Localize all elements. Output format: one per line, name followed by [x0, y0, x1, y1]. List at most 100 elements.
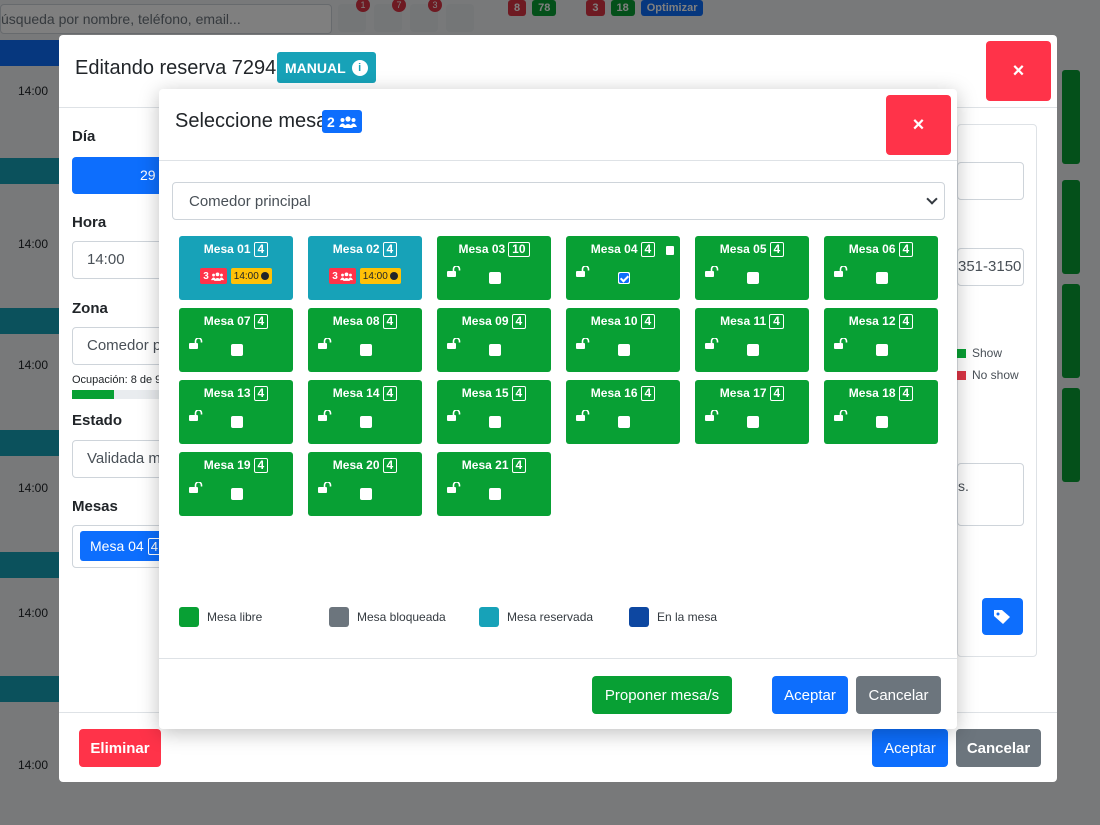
- table-capacity: 4: [640, 386, 656, 401]
- table-tile[interactable]: Mesa 19 4: [179, 452, 293, 516]
- unlock-icon[interactable]: [318, 482, 332, 493]
- unlock-icon[interactable]: [576, 266, 590, 277]
- table-tile[interactable]: Mesa 16 4: [566, 380, 680, 444]
- table-tile[interactable]: Mesa 18 4: [824, 380, 938, 444]
- table-checkbox[interactable]: [489, 488, 501, 500]
- table-checkbox[interactable]: [747, 272, 759, 284]
- table-tile[interactable]: Mesa 14 4: [308, 380, 422, 444]
- table-tile[interactable]: Mesa 06 4: [824, 236, 938, 300]
- table-tile[interactable]: Mesa 09 4: [437, 308, 551, 372]
- table-tile[interactable]: Mesa 07 4: [179, 308, 293, 372]
- table-tile[interactable]: Mesa 04 4: [566, 236, 680, 300]
- table-checkbox[interactable]: [876, 344, 888, 356]
- table-checkbox[interactable]: [747, 416, 759, 428]
- unlock-icon[interactable]: [318, 410, 332, 421]
- unlock-icon[interactable]: [447, 482, 461, 493]
- table-checkbox[interactable]: [360, 344, 372, 356]
- table-tile[interactable]: Mesa 21 4: [437, 452, 551, 516]
- table-name-label: Mesa 06: [848, 242, 896, 256]
- delete-button[interactable]: Eliminar: [79, 729, 161, 767]
- unlock-icon[interactable]: [705, 266, 719, 277]
- tables-grid: Mesa 01 4 3 14:00 Mesa 02 4 3 14:00 Mesa 03 10 Mes…: [179, 236, 939, 526]
- table-tile[interactable]: Mesa 08 4: [308, 308, 422, 372]
- table-name: Mesa 07 4: [179, 314, 293, 329]
- accept-button[interactable]: Aceptar: [872, 729, 948, 767]
- reservation-guests-count: 3: [203, 270, 209, 282]
- cancel-button[interactable]: Cancelar: [956, 729, 1041, 767]
- show-legend: Show: [957, 346, 1002, 360]
- unlock-icon[interactable]: [189, 410, 203, 421]
- modal-title: Seleccione mesa: [175, 110, 328, 132]
- table-checkbox[interactable]: [618, 272, 630, 284]
- mesas-field[interactable]: Mesa 04 4: [72, 525, 175, 568]
- zona-select[interactable]: Comedor p: [72, 327, 172, 365]
- table-tile[interactable]: Mesa 05 4: [695, 236, 809, 300]
- unlock-icon[interactable]: [834, 338, 848, 349]
- table-checkbox[interactable]: [489, 416, 501, 428]
- table-tile[interactable]: Mesa 03 10: [437, 236, 551, 300]
- table-tile[interactable]: Mesa 13 4: [179, 380, 293, 444]
- table-capacity: 4: [898, 314, 914, 329]
- table-capacity: 10: [508, 242, 530, 257]
- table-tile[interactable]: Mesa 11 4: [695, 308, 809, 372]
- right-field[interactable]: [957, 162, 1024, 200]
- table-capacity: 4: [382, 458, 398, 473]
- table-tile[interactable]: Mesa 12 4: [824, 308, 938, 372]
- unlock-icon[interactable]: [834, 410, 848, 421]
- unlock-icon[interactable]: [705, 410, 719, 421]
- unlock-icon[interactable]: [318, 338, 332, 349]
- table-tile[interactable]: Mesa 15 4: [437, 380, 551, 444]
- phone-field[interactable]: 351-3150: [957, 248, 1024, 286]
- close-button[interactable]: ×: [886, 95, 951, 155]
- table-tile[interactable]: Mesa 17 4: [695, 380, 809, 444]
- close-button[interactable]: ×: [986, 41, 1051, 101]
- modal-header: Seleccione mesa 2 ×: [159, 89, 957, 161]
- estado-select[interactable]: Validada m: [72, 440, 172, 478]
- table-checkbox[interactable]: [489, 272, 501, 284]
- table-tile[interactable]: Mesa 02 4 3 14:00: [308, 236, 422, 300]
- dia-selector[interactable]: 29: [72, 157, 172, 194]
- table-name-label: Mesa 07: [203, 314, 251, 328]
- notes-textarea[interactable]: s.: [957, 463, 1024, 526]
- table-tile[interactable]: Mesa 10 4: [566, 308, 680, 372]
- table-capacity: 4: [769, 386, 785, 401]
- table-capacity: 4: [382, 386, 398, 401]
- table-checkbox[interactable]: [360, 488, 372, 500]
- table-tile[interactable]: Mesa 01 4 3 14:00: [179, 236, 293, 300]
- table-checkbox[interactable]: [876, 272, 888, 284]
- table-checkbox[interactable]: [618, 416, 630, 428]
- ocupacion-text: Ocupación: 8 de 9: [72, 374, 162, 386]
- unlock-icon[interactable]: [447, 266, 461, 277]
- table-checkbox[interactable]: [747, 344, 759, 356]
- hora-field[interactable]: 14:00: [72, 241, 172, 279]
- zone-select[interactable]: Comedor principal: [172, 182, 945, 220]
- table-name: Mesa 14 4: [308, 386, 422, 401]
- unlock-icon[interactable]: [447, 410, 461, 421]
- table-checkbox[interactable]: [618, 344, 630, 356]
- table-checkbox[interactable]: [231, 488, 243, 500]
- table-checkbox[interactable]: [231, 416, 243, 428]
- unlock-icon[interactable]: [189, 482, 203, 493]
- unlock-icon[interactable]: [189, 338, 203, 349]
- propose-tables-button[interactable]: Proponer mesa/s: [592, 676, 732, 714]
- table-capacity: 4: [253, 242, 269, 257]
- guest-count-badge: 2: [322, 110, 362, 133]
- modal-footer-divider: [159, 658, 957, 659]
- clock-icon: [389, 272, 398, 280]
- accept-button[interactable]: Aceptar: [772, 676, 848, 714]
- table-checkbox[interactable]: [360, 416, 372, 428]
- cancel-button[interactable]: Cancelar: [856, 676, 941, 714]
- info-icon[interactable]: i: [351, 59, 368, 76]
- table-checkbox[interactable]: [876, 416, 888, 428]
- unlock-icon[interactable]: [834, 266, 848, 277]
- estado-label: Estado: [72, 412, 123, 429]
- table-checkbox[interactable]: [489, 344, 501, 356]
- unlock-icon[interactable]: [447, 338, 461, 349]
- unlock-icon[interactable]: [576, 410, 590, 421]
- unlock-icon[interactable]: [576, 338, 590, 349]
- table-tile[interactable]: Mesa 20 4: [308, 452, 422, 516]
- unlock-icon[interactable]: [705, 338, 719, 349]
- table-name-label: Mesa 16: [590, 386, 638, 400]
- tags-button[interactable]: [982, 598, 1023, 635]
- table-checkbox[interactable]: [231, 344, 243, 356]
